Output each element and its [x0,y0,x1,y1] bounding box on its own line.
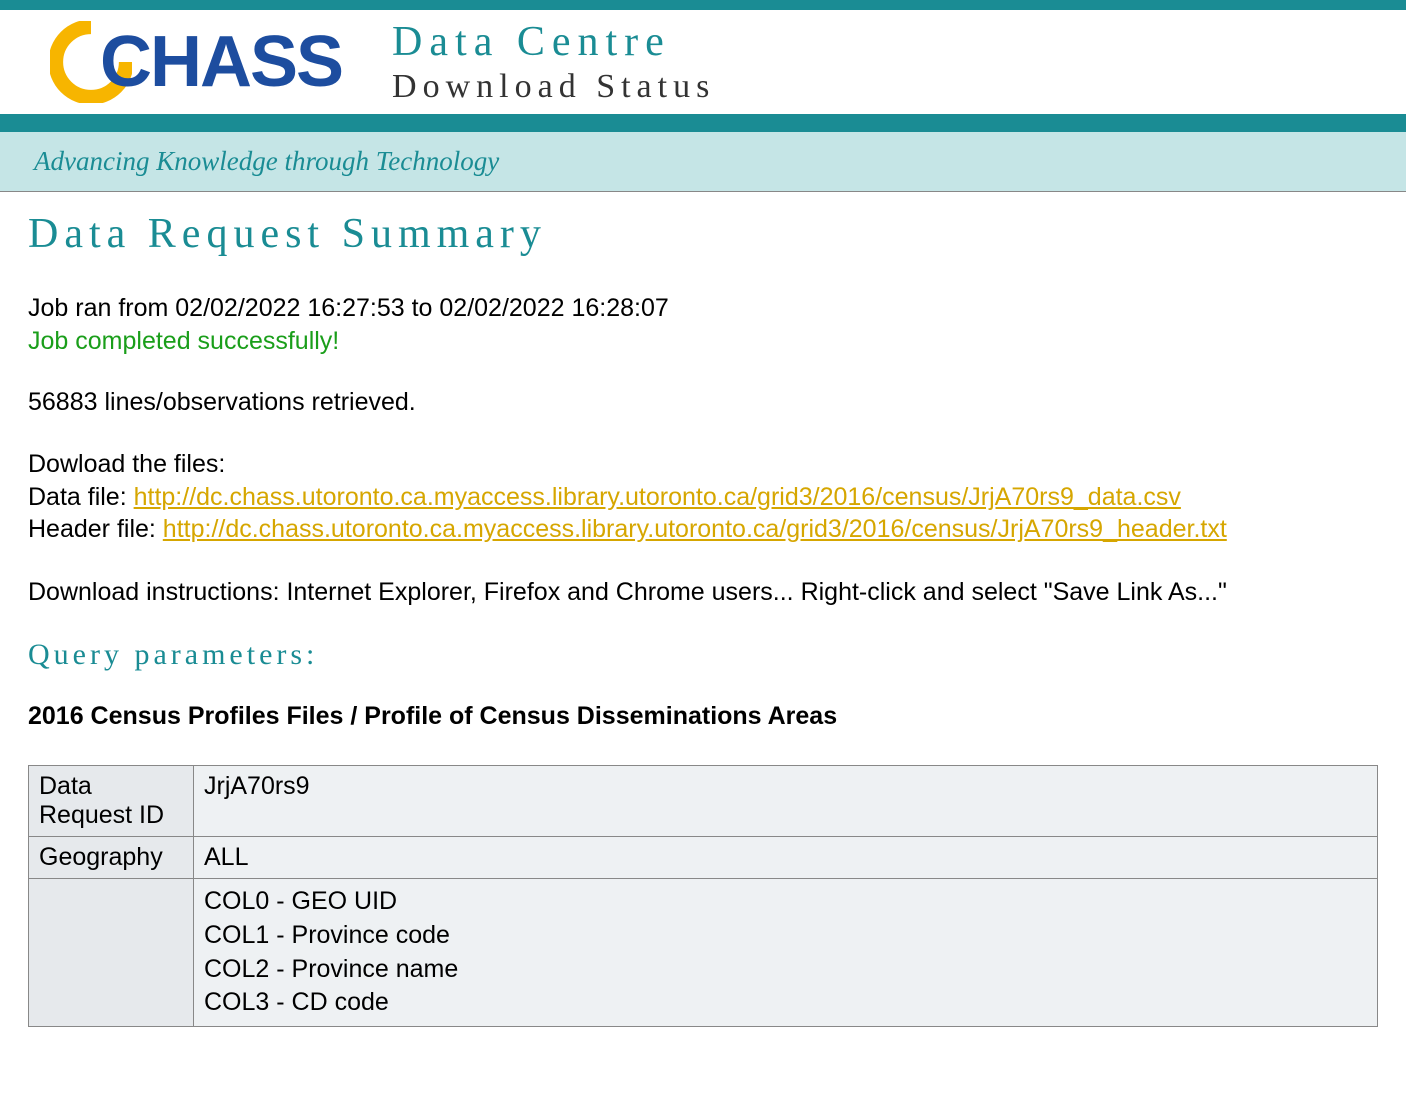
query-parameters-heading: Query parameters: [28,638,1378,672]
dataset-title: 2016 Census Profiles Files / Profile of … [28,702,1378,731]
cols-key [29,879,194,1027]
geography-value: ALL [194,837,1378,879]
header-file-label: Header file: [28,515,163,543]
logo-text: CHASS [100,26,342,98]
header-titles: Data Centre Download Status [392,18,715,106]
job-run-time: Job ran from 02/02/2022 16:27:53 to 02/0… [28,292,1378,325]
download-files-block: Dowload the files: Data file: http://dc.… [28,448,1378,546]
column-item: COL2 - Province name [204,953,1367,987]
data-file-link[interactable]: http://dc.chass.utoronto.ca.myaccess.lib… [134,483,1181,511]
tagline-text: Advancing Knowledge through Technology [34,146,1372,177]
download-intro: Dowload the files: [28,448,1378,481]
request-id-key: Data Request ID [29,766,194,837]
cols-value: COL0 - GEO UID COL1 - Province code COL2… [194,879,1378,1027]
download-instructions: Download instructions: Internet Explorer… [28,576,1378,609]
header-subtitle: Download Status [392,68,715,106]
table-row: Geography ALL [29,837,1378,879]
column-list: COL0 - GEO UID COL1 - Province code COL2… [204,885,1367,1020]
logo: CHASS [50,21,342,103]
request-id-value: JrjA70rs9 [194,766,1378,837]
content-area: Data Request Summary Job ran from 02/02/… [0,192,1406,1045]
main-heading: Data Request Summary [28,210,1378,258]
data-file-label: Data file: [28,483,134,511]
tagline-bar: Advancing Knowledge through Technology [0,132,1406,192]
teal-divider-bar [0,114,1406,132]
table-row: COL0 - GEO UID COL1 - Province code COL2… [29,879,1378,1027]
column-item: COL3 - CD code [204,986,1367,1020]
query-parameters-table: Data Request ID JrjA70rs9 Geography ALL … [28,765,1378,1027]
lines-retrieved: 56883 lines/observations retrieved. [28,386,1378,419]
top-teal-bar [0,0,1406,10]
column-item: COL1 - Province code [204,919,1367,953]
page-container: CHASS Data Centre Download Status Advanc… [0,0,1406,1118]
job-status-block: Job ran from 02/02/2022 16:27:53 to 02/0… [28,292,1378,356]
header-title: Data Centre [392,18,715,66]
header-file-link[interactable]: http://dc.chass.utoronto.ca.myaccess.lib… [163,515,1227,543]
column-item: COL0 - GEO UID [204,885,1367,919]
table-row: Data Request ID JrjA70rs9 [29,766,1378,837]
job-status: Job completed successfully! [28,327,1378,356]
header-file-row: Header file: http://dc.chass.utoronto.ca… [28,513,1378,546]
header: CHASS Data Centre Download Status [0,10,1406,114]
data-file-row: Data file: http://dc.chass.utoronto.ca.m… [28,481,1378,514]
geography-key: Geography [29,837,194,879]
